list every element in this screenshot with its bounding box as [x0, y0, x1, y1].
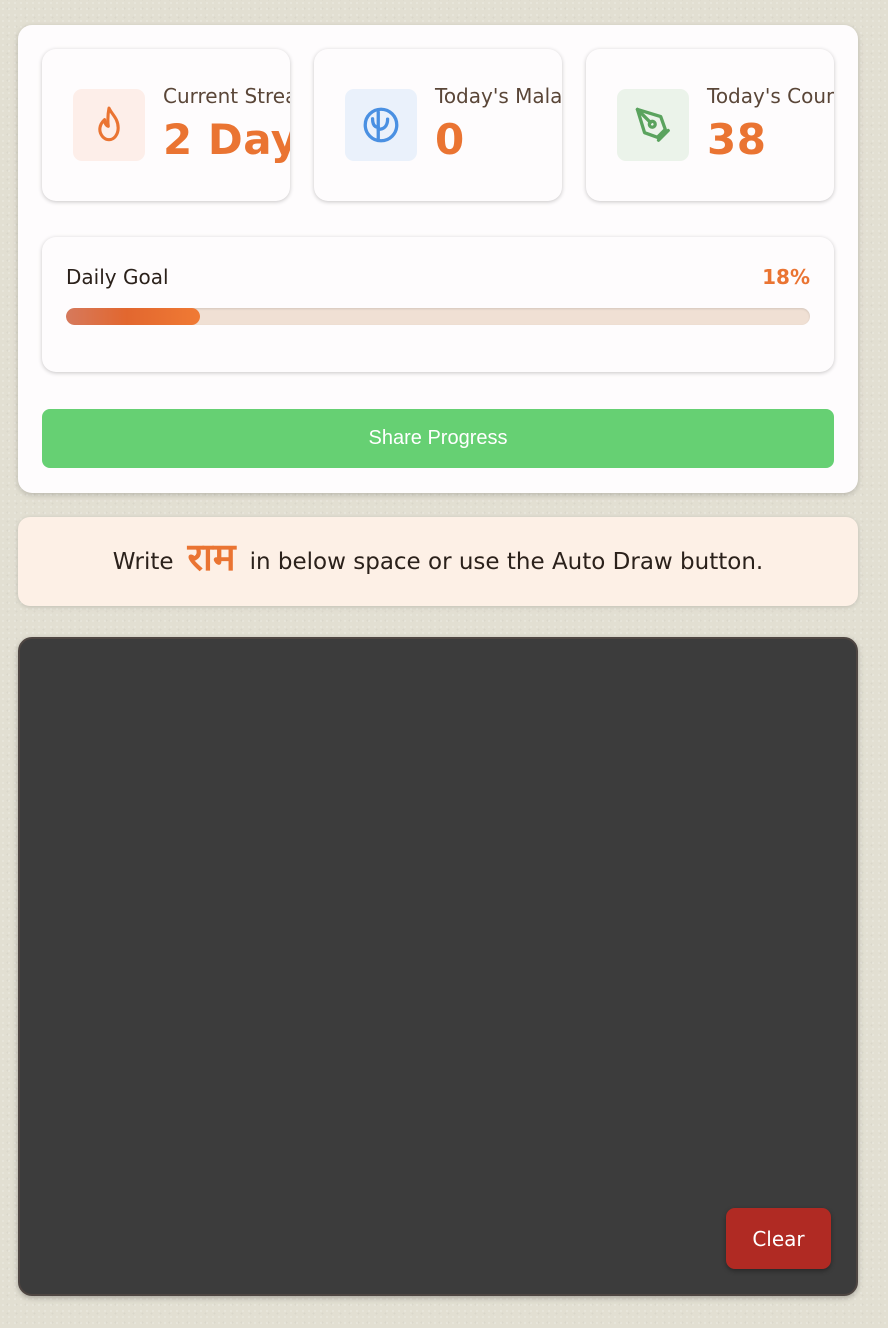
daily-goal-card: Daily Goal 18% — [42, 237, 834, 372]
drawing-canvas[interactable] — [18, 637, 858, 1296]
stat-label: Today's Count — [707, 84, 834, 108]
daily-goal-label: Daily Goal — [66, 265, 169, 289]
flame-icon — [73, 89, 145, 161]
stat-value: 0 — [435, 115, 465, 164]
daily-goal-percent: 18% — [762, 265, 810, 289]
todays-count-card: Today's Count 38 — [586, 49, 834, 201]
daily-goal-progress-bar — [66, 308, 810, 325]
stat-label: Current Streak — [163, 84, 290, 108]
target-word: राम — [187, 534, 236, 579]
share-progress-button[interactable]: Share Progress — [42, 409, 834, 468]
instruction-suffix: in below space or use the Auto Draw butt… — [249, 548, 764, 575]
daily-goal-progress-fill — [66, 308, 200, 325]
todays-malas-card: Today's Malas 0 — [314, 49, 562, 201]
current-streak-card: Current Streak 2 Days — [42, 49, 290, 201]
stat-value: 38 — [707, 115, 767, 164]
stat-value: 2 Days — [163, 115, 290, 164]
instruction-prefix: Write — [112, 548, 174, 575]
progress-card: Current Streak 2 Days Today's Malas 0 To… — [18, 25, 858, 493]
instruction-banner: Write राम in below space or use the Auto… — [18, 517, 858, 606]
pen-nib-icon — [617, 89, 689, 161]
clear-button[interactable]: Clear — [726, 1208, 831, 1269]
stat-label: Today's Malas — [435, 84, 562, 108]
mala-beads-icon — [345, 89, 417, 161]
